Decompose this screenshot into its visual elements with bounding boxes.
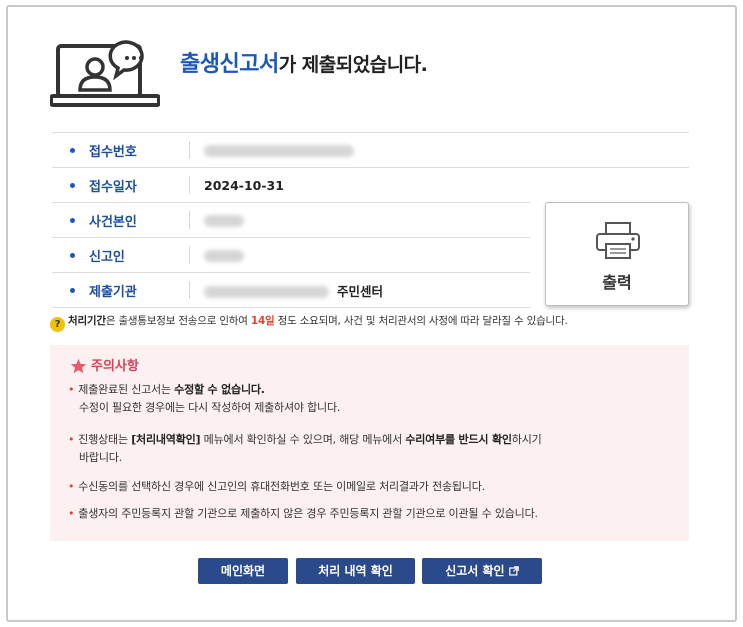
bullet-icon <box>70 217 75 223</box>
info-row-subject: 사건본인 <box>52 203 530 238</box>
info-value-redacted <box>204 248 244 263</box>
info-row-receipt-number: 접수번호 <box>52 133 689 168</box>
star-icon <box>70 358 87 374</box>
history-check-button[interactable]: 처리 내역 확인 <box>296 558 415 584</box>
main-screen-button[interactable]: 메인화면 <box>198 558 288 584</box>
external-link-icon <box>508 566 519 576</box>
header: 출생신고서가 제출되었습니다. <box>50 40 650 110</box>
bullet-icon <box>70 252 75 258</box>
page-title: 출생신고서가 제출되었습니다. <box>180 46 428 78</box>
caution-title: 주의사항 <box>70 355 139 374</box>
printer-icon <box>596 222 640 259</box>
info-row-reporter: 신고인 <box>52 238 530 273</box>
laptop-user-chat-icon <box>50 40 160 107</box>
info-label: 사건본인 <box>89 214 137 230</box>
info-row-agency: 제출기관 주민센터 <box>52 273 530 308</box>
bullet-icon <box>70 287 75 293</box>
processing-notice: ? 처리기간은 출생통보정보 전송으로 인하여 14일 정도 소요되며, 사건 및… <box>50 313 568 332</box>
caution-item: • 출생자의 주민등록지 관할 기관으로 제출하지 않은 경우 주민등록지 관할 … <box>68 507 538 520</box>
print-button-label: 출력 <box>602 273 632 292</box>
info-row-receipt-date: 접수일자 2024-10-31 <box>52 168 530 203</box>
page-title-accent: 출생신고서 <box>180 52 279 77</box>
question-icon: ? <box>50 317 65 332</box>
info-value-redacted <box>204 143 354 158</box>
agency-suffix: 주민센터 <box>337 283 384 299</box>
caution-item: • 수신동의를 선택하신 경우에 신고인의 휴대전화번호 또는 이메일로 처리결과… <box>68 480 485 493</box>
bullet-icon <box>70 147 75 153</box>
info-value: 주민센터 <box>204 281 383 300</box>
caution-item: • 진행상태는 [처리내역확인] 메뉴에서 확인하실 수 있으며, 해당 메뉴에서… <box>68 433 542 464</box>
info-label: 제출기관 <box>89 284 137 300</box>
bullet-icon <box>70 182 75 188</box>
report-check-button[interactable]: 신고서 확인 <box>422 558 542 584</box>
caution-box: 주의사항 • 제출완료된 신고서는 수정할 수 없습니다. 수정이 필요한 경우에… <box>50 345 689 541</box>
print-button[interactable]: 출력 <box>545 202 689 306</box>
caution-item: • 제출완료된 신고서는 수정할 수 없습니다. 수정이 필요한 경우에는 다시 … <box>68 383 341 414</box>
page-title-rest: 가 제출되었습니다. <box>278 54 428 76</box>
info-value-redacted <box>204 213 244 228</box>
info-label: 신고인 <box>89 249 125 265</box>
info-label: 접수번호 <box>89 144 137 160</box>
info-label: 접수일자 <box>89 179 137 195</box>
info-value: 2024-10-31 <box>204 177 284 193</box>
